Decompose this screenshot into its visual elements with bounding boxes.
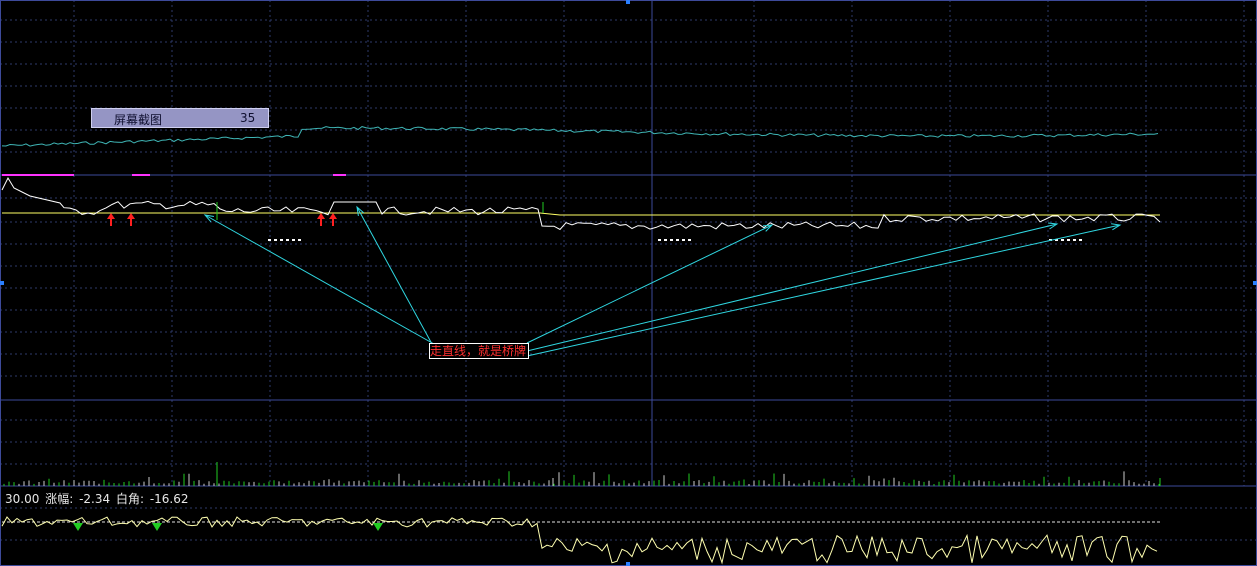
- annotation-arrow: [526, 224, 773, 344]
- selection-handle-top[interactable]: [626, 0, 630, 4]
- annotation-box[interactable]: 走直线，就是桥牌: [429, 343, 529, 359]
- arrow-head-icon: [203, 214, 214, 223]
- selection-handle-bottom[interactable]: [626, 562, 630, 566]
- status-change-value: -2.34: [79, 492, 111, 506]
- up-arrow-icon: [107, 213, 115, 219]
- arrow-head-icon: [356, 205, 365, 216]
- screenshot-label[interactable]: 屏幕截图 35: [91, 108, 269, 128]
- chart-canvas: [0, 0, 1257, 566]
- down-arrow-icon: [73, 523, 83, 531]
- average-line: [2, 212, 1160, 216]
- up-arrow-icon: [317, 213, 325, 219]
- up-arrow-icon: [329, 213, 337, 219]
- annotation-text: 走直线，就是桥牌: [430, 344, 527, 358]
- status-angle-value: -16.62: [149, 492, 189, 506]
- down-arrow-icon: [152, 523, 162, 531]
- screenshot-label-value: 35: [240, 111, 256, 125]
- up-arrow-icon: [127, 213, 135, 219]
- status-price: 30.00: [5, 492, 40, 506]
- status-line: 30.00 涨幅: -2.34 白角: -16.62: [5, 490, 191, 507]
- selection-handle-left[interactable]: [0, 281, 4, 285]
- screenshot-label-name: 屏幕截图: [114, 113, 163, 127]
- selection-handle-right[interactable]: [1253, 281, 1257, 285]
- status-angle-label: 白角:: [115, 492, 144, 506]
- down-arrow-icon: [373, 523, 383, 531]
- annotation-arrow: [526, 224, 1121, 357]
- annotation-arrow: [204, 214, 435, 345]
- status-change-label: 涨幅:: [45, 492, 74, 506]
